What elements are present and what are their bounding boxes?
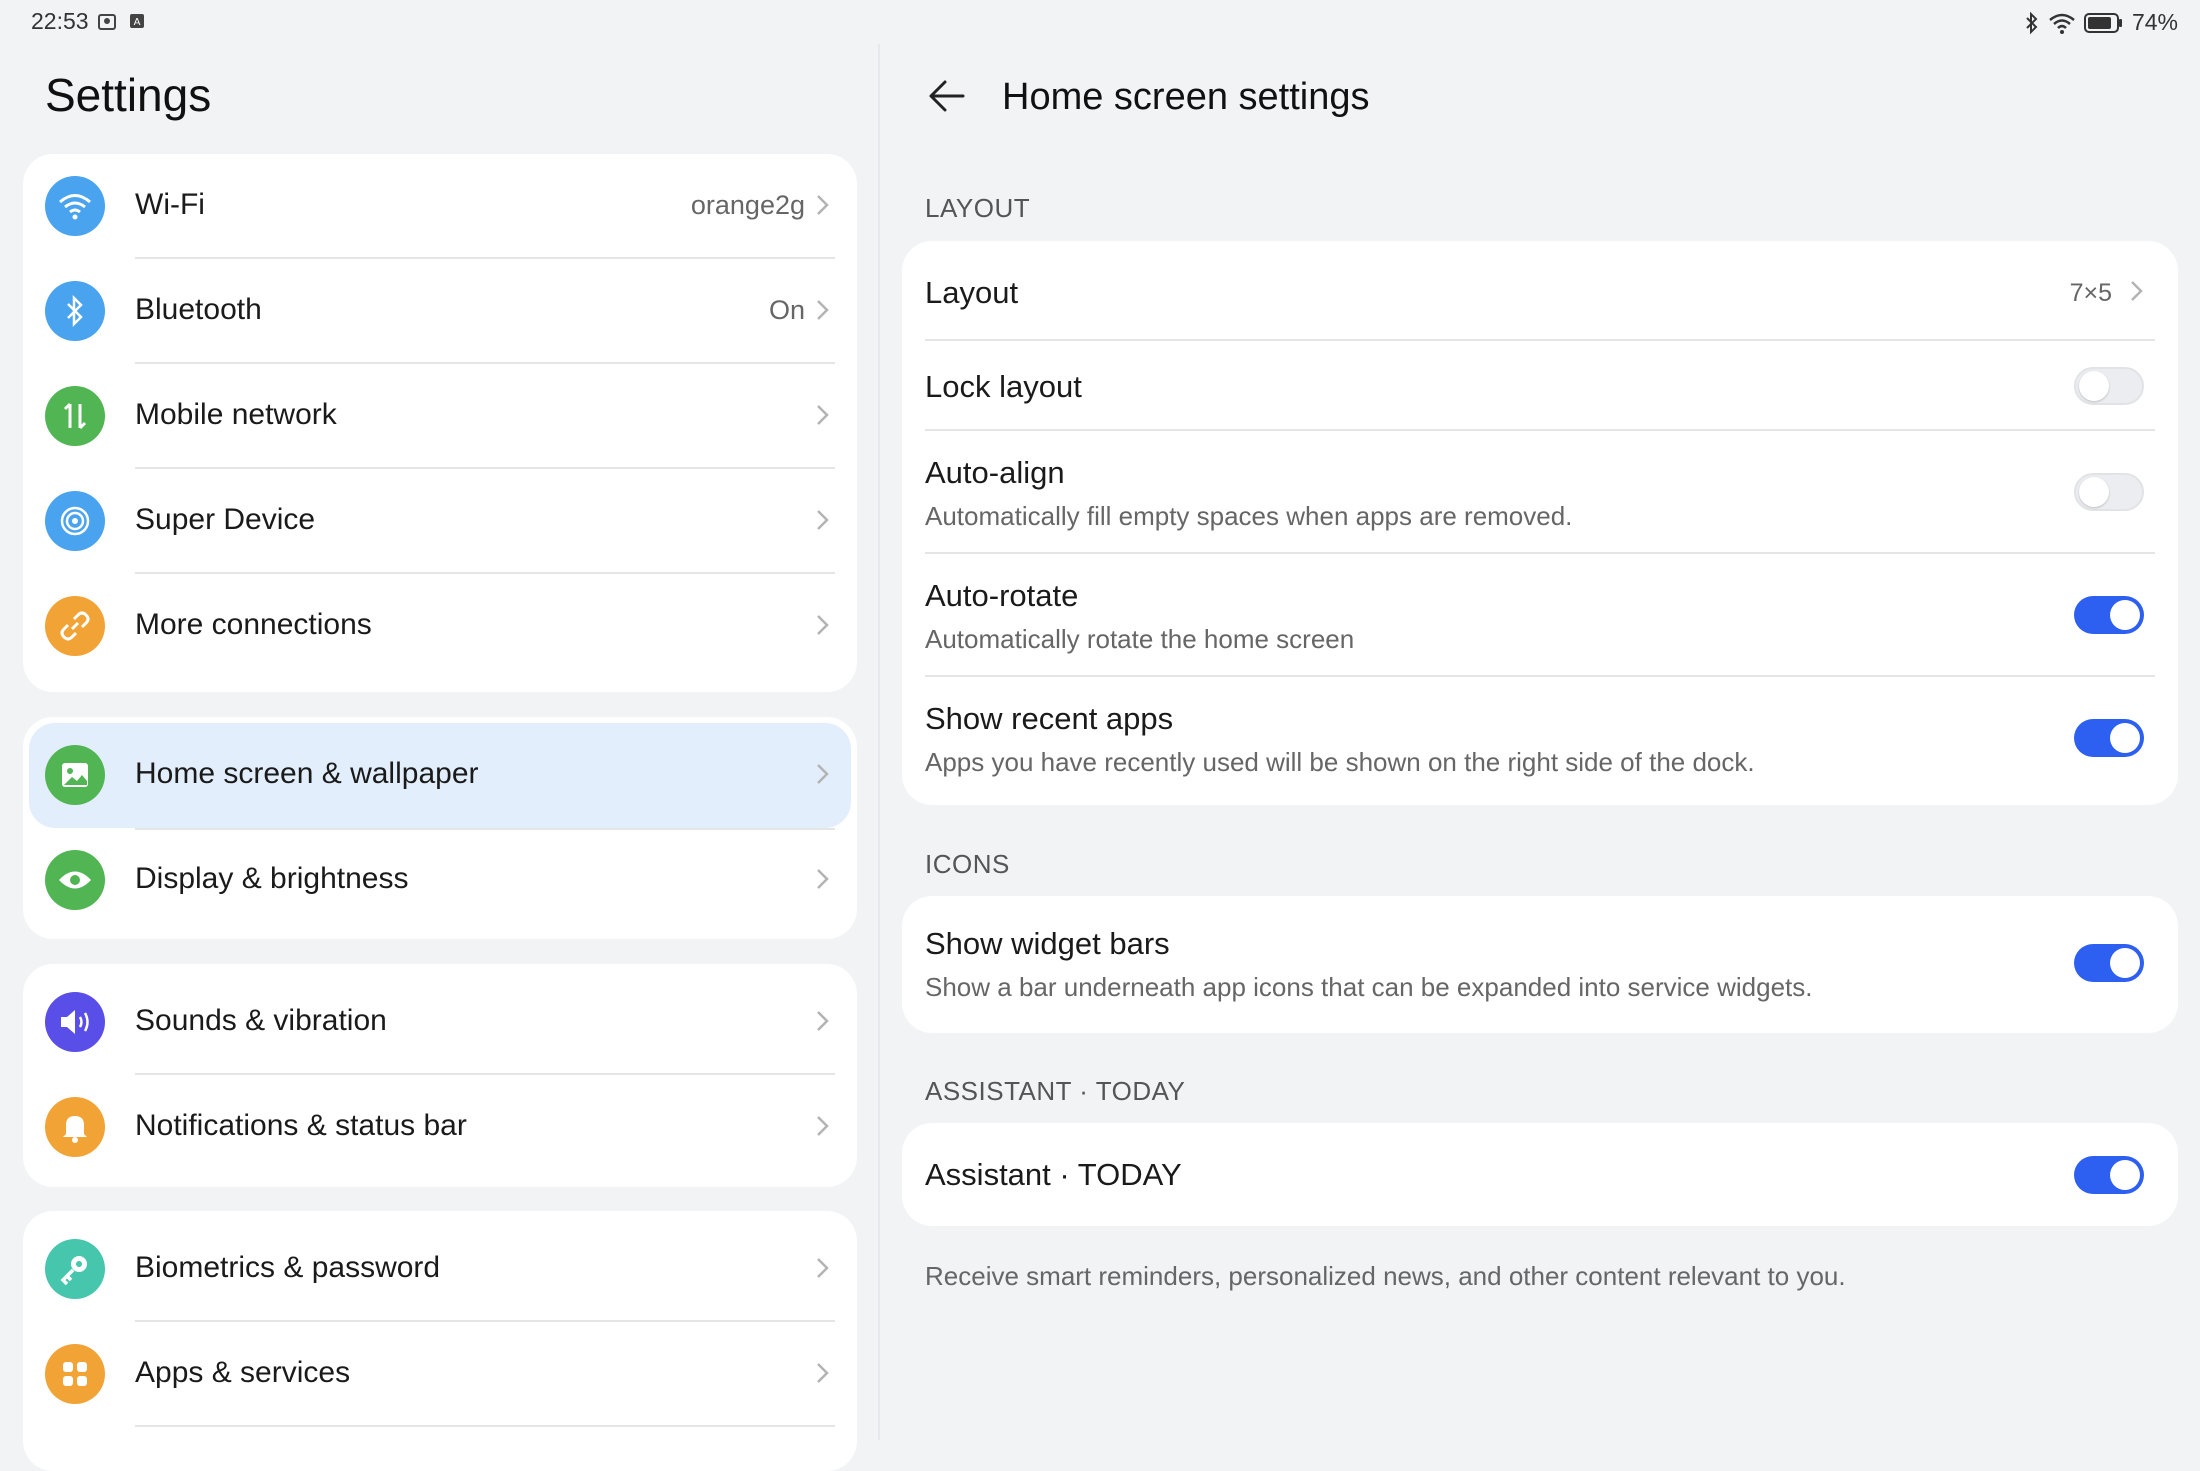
- image-icon: [45, 745, 105, 805]
- layout-value: 7×5: [2069, 279, 2112, 307]
- chevron-right-icon: [817, 195, 829, 215]
- bell-icon: [45, 1097, 105, 1157]
- chevron-right-icon: [817, 300, 829, 320]
- settings-item-biometrics-password[interactable]: Biometrics & password: [23, 1217, 857, 1322]
- chevron-right-icon: [2131, 281, 2143, 301]
- assistant-description: Receive smart reminders, personalized ne…: [925, 1261, 1846, 1291]
- show-widget-bars-toggle[interactable]: [2074, 944, 2144, 982]
- wifi-icon: [45, 176, 105, 236]
- wifi-network-name: orange2g: [690, 190, 805, 220]
- chevron-right-icon: [817, 1258, 829, 1278]
- chevron-right-icon: [817, 510, 829, 530]
- detail-page-title: Home screen settings: [1002, 76, 1370, 118]
- chevron-right-icon: [817, 615, 829, 635]
- settings-item-super-device[interactable]: Super Device: [23, 469, 857, 574]
- show-widget-bars-row: Show widget bars Show a bar underneath a…: [902, 896, 2178, 1033]
- back-arrow-icon[interactable]: [923, 72, 971, 120]
- bluetooth-icon: [45, 281, 105, 341]
- section-header-assistant: ASSISTANT · TODAY: [925, 1076, 1186, 1106]
- bluetooth-status: On: [768, 295, 805, 325]
- bluetooth-status-icon: [2026, 11, 2038, 34]
- chevron-right-icon: [817, 1363, 829, 1383]
- settings-group-connectivity: Wi-Fi orange2g Bluetooth On Mobile netwo…: [23, 154, 857, 692]
- settings-item-notifications-status-bar[interactable]: Notifications & status bar: [23, 1075, 857, 1180]
- page-title: Settings: [45, 69, 212, 121]
- section-header-layout: LAYOUT: [925, 193, 1031, 223]
- show-recent-apps-toggle[interactable]: [2074, 719, 2144, 757]
- settings-item-display-brightness[interactable]: Display & brightness: [23, 828, 857, 933]
- mobile-data-icon: [45, 386, 105, 446]
- assistant-today-row: Assistant · TODAY: [902, 1123, 2178, 1226]
- layout-row[interactable]: Layout 7×5: [902, 241, 2178, 341]
- settings-item-more-connections[interactable]: More connections: [23, 574, 857, 679]
- chevron-right-icon: [817, 1116, 829, 1136]
- super-device-icon: [45, 491, 105, 551]
- wifi-status-icon: [2049, 13, 2075, 34]
- lock-layout-row: Lock layout: [902, 341, 2178, 431]
- settings-group-security-apps: Biometrics & password Apps & services: [23, 1211, 857, 1471]
- settings-item-wifi[interactable]: Wi-Fi orange2g: [23, 154, 857, 259]
- settings-item-sounds-vibration[interactable]: Sounds & vibration: [23, 970, 857, 1075]
- link-icon: [45, 596, 105, 656]
- settings-list-pane: Settings Wi-Fi orange2g Bluetooth On Mob…: [0, 0, 878, 1471]
- show-recent-apps-row: Show recent apps Apps you have recently …: [902, 677, 2178, 805]
- battery-percent: 74%: [2131, 9, 2178, 35]
- auto-rotate-toggle[interactable]: [2074, 596, 2144, 634]
- key-icon: [45, 1239, 105, 1299]
- icons-settings-card: Show widget bars Show a bar underneath a…: [902, 896, 2178, 1033]
- assistant-today-toggle[interactable]: [2074, 1156, 2144, 1194]
- settings-item-bluetooth[interactable]: Bluetooth On: [23, 259, 857, 364]
- chevron-right-icon: [817, 869, 829, 889]
- battery-icon: [2083, 12, 2122, 33]
- settings-item-apps-services[interactable]: Apps & services: [23, 1322, 857, 1427]
- layout-settings-card: Layout 7×5 Lock layout Auto-align Automa…: [902, 241, 2178, 805]
- settings-group-display: Home screen & wallpaper Display & bright…: [23, 717, 857, 939]
- auto-rotate-row: Auto-rotate Automatically rotate the hom…: [902, 554, 2178, 677]
- eye-icon: [45, 850, 105, 910]
- pane-divider: [878, 44, 880, 1440]
- chevron-right-icon: [817, 764, 829, 784]
- settings-item-home-screen-wallpaper[interactable]: Home screen & wallpaper: [29, 723, 851, 828]
- assistant-settings-card: Assistant · TODAY: [902, 1123, 2178, 1226]
- speaker-icon: [45, 992, 105, 1052]
- auto-align-toggle[interactable]: [2074, 473, 2144, 511]
- settings-group-sound-notifications: Sounds & vibration Notifications & statu…: [23, 964, 857, 1187]
- chevron-right-icon: [817, 405, 829, 425]
- apps-icon: [45, 1344, 105, 1404]
- lock-layout-toggle[interactable]: [2074, 367, 2144, 405]
- chevron-right-icon: [817, 1011, 829, 1031]
- auto-align-row: Auto-align Automatically fill empty spac…: [902, 431, 2178, 554]
- section-header-icons: ICONS: [925, 849, 1010, 879]
- settings-item-mobile-network[interactable]: Mobile network: [23, 364, 857, 469]
